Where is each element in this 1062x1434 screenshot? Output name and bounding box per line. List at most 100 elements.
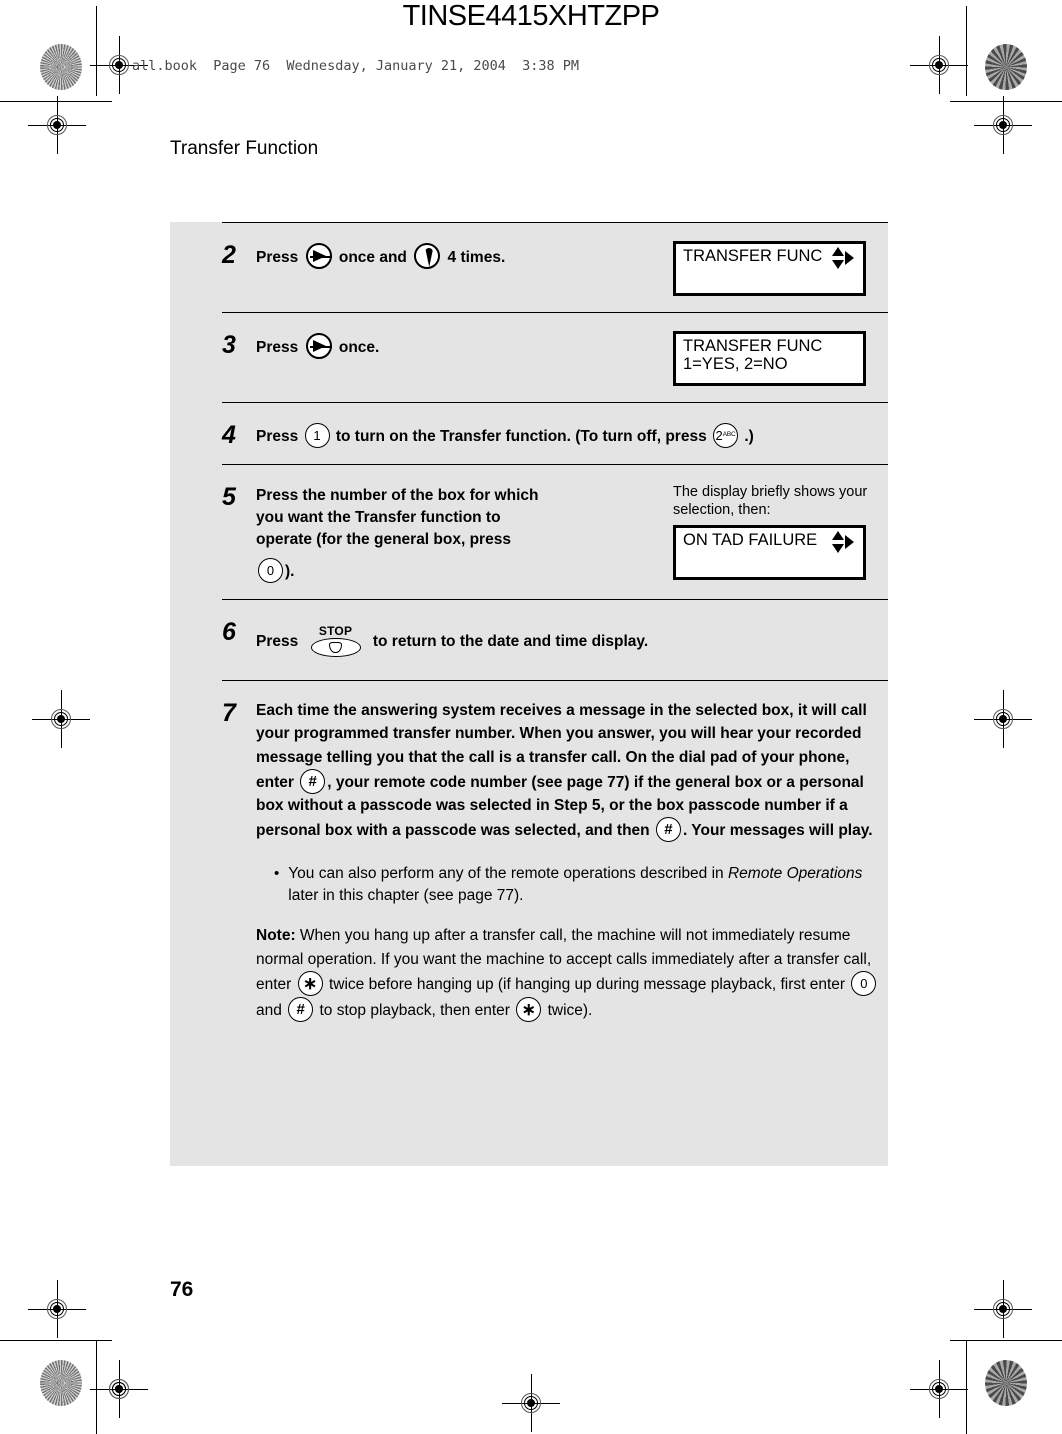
step-number: 6	[222, 618, 236, 646]
step-number: 5	[222, 483, 236, 511]
registration-mark-top-right-inner	[910, 36, 968, 94]
note-block: Note: When you hang up after a transfer …	[256, 924, 888, 1023]
note-text-3: and	[256, 1002, 282, 1020]
color-registration-wheel-top-left	[40, 44, 82, 90]
stop-key-icon[interactable]: STOP	[307, 624, 365, 658]
step-3-instruction: Press once.	[256, 331, 663, 359]
step-7: 7 Each time the answering system receive…	[222, 680, 888, 1049]
note-text-4: to stop playback, then enter	[319, 1002, 510, 1020]
registration-mark-bottom-left-outer	[28, 1280, 86, 1338]
down-teardrop-key-icon[interactable]	[414, 243, 441, 269]
hash-key-label: #	[308, 772, 317, 790]
bullet-italic-title: Remote Operations	[727, 864, 863, 882]
registration-mark-bottom-right-inner	[910, 1360, 968, 1418]
right-arrow-key-icon[interactable]	[305, 333, 332, 359]
bullet-text-part-2: later in this chapter (see page 77).	[288, 887, 524, 905]
source-file-header: all.book Page 76 Wednesday, January 21, …	[132, 58, 580, 74]
hash-key-icon[interactable]: #	[300, 768, 326, 794]
key-0-label: 0	[266, 563, 275, 578]
hash-key-label: #	[664, 821, 673, 839]
step-3-text-before: Press	[256, 339, 299, 356]
step-4-text-after: .)	[744, 428, 754, 445]
lcd-line-1: TRANSFER FUNC	[683, 247, 823, 265]
registration-mark-middle-right	[974, 690, 1032, 748]
color-registration-wheel-bottom-left	[40, 1360, 82, 1406]
key-2-label: 2	[715, 428, 723, 443]
steps-list: 2 Press once and 4 times. TRANSFER FUNC …	[222, 222, 888, 1049]
remote-operations-bullet: • You can also perform any of the remote…	[256, 863, 888, 909]
star-key-icon[interactable]: ∗	[297, 971, 323, 997]
registration-mark-bottom-right-outer	[974, 1280, 1032, 1338]
step-2-text-after: 4 times.	[447, 249, 506, 266]
registration-mark-top-left-outer	[28, 96, 86, 154]
lcd-updown-right-arrows-icon	[832, 531, 856, 554]
hash-key-icon[interactable]: #	[655, 817, 681, 843]
procedure-panel: 2 Press once and 4 times. TRANSFER FUNC …	[170, 222, 888, 1166]
bullet-text: You can also perform any of the remote o…	[288, 863, 888, 909]
step-2-instruction: Press once and 4 times.	[256, 241, 663, 269]
step-5-line-2: you want the Transfer function to	[256, 509, 501, 526]
hash-key-label: #	[296, 1001, 305, 1019]
note-text-2: twice before hanging up (if hanging up d…	[328, 976, 846, 994]
tinse-code-title: TINSE4415XHTZPP	[402, 0, 660, 32]
step-number: 7	[222, 699, 236, 727]
step-7-para-3: . Your messages will play.	[682, 822, 873, 840]
right-arrow-key-icon[interactable]	[305, 243, 332, 269]
registration-mark-bottom-left-lower	[90, 1360, 148, 1418]
step-number: 2	[222, 241, 236, 269]
key-1-label: 1	[313, 428, 321, 443]
lcd-line-2: 1=YES, 2=NO	[683, 355, 788, 374]
page-number: 76	[170, 1278, 194, 1301]
crop-line-vertical-bottom-right	[966, 1340, 967, 1434]
star-key-icon[interactable]: ∗	[516, 997, 542, 1023]
step-2: 2 Press once and 4 times. TRANSFER FUNC	[222, 222, 888, 312]
key-1-icon[interactable]: 1	[304, 423, 330, 448]
key-2-superscript: ABC	[722, 431, 736, 439]
step-4: 4 Press 1 to turn on the Transfer functi…	[222, 402, 888, 464]
trim-line-top-right	[950, 101, 1062, 102]
hash-key-icon[interactable]: #	[288, 997, 314, 1023]
step-4-text-middle: to turn on the Transfer function. (To tu…	[335, 428, 707, 445]
step-6-instruction: Press STOP to return to the date and tim…	[256, 622, 888, 658]
bullet-marker-icon: •	[274, 864, 280, 882]
bullet-text-part-1: You can also perform any of the remote o…	[288, 864, 728, 882]
crop-line-vertical-bottom-left	[96, 1340, 97, 1434]
step-5-text-after: ).	[285, 563, 295, 580]
step-5-line-3: operate (for the general box, press	[256, 531, 511, 548]
key-0-icon[interactable]: 0	[258, 558, 283, 583]
lcd-line-1: ON TAD FAILURE	[683, 531, 818, 550]
key-2-abc-icon[interactable]: 2 ABC	[713, 423, 739, 448]
step-6: 6 Press STOP to return to the date and t…	[222, 599, 888, 680]
step-2-text-before: Press	[256, 249, 299, 266]
step-3: 3 Press once. TRANSFER FUNC 1=YES, 2=NO	[222, 312, 888, 402]
step-3-text-after: once.	[338, 339, 380, 356]
trim-line-bottom-left	[0, 1340, 112, 1341]
step-number: 4	[222, 421, 236, 449]
step-4-instruction: Press 1 to turn on the Transfer function…	[256, 421, 888, 448]
registration-mark-top-right-outer	[974, 96, 1032, 154]
step-5-instruction: Press the number of the box for which yo…	[256, 483, 663, 583]
star-key-label: ∗	[303, 974, 318, 994]
lcd-updown-right-arrows-icon	[832, 247, 856, 269]
star-key-label: ∗	[521, 1000, 536, 1020]
step-2-text-middle: once and	[338, 249, 407, 266]
lcd-display-step-5: ON TAD FAILURE	[673, 525, 866, 581]
step-number: 3	[222, 331, 236, 359]
lcd-display-step-2: TRANSFER FUNC	[673, 241, 866, 296]
step-6-text-after: to return to the date and time display.	[372, 633, 649, 650]
step-5: 5 Press the number of the box for which …	[222, 464, 888, 599]
color-registration-wheel-bottom-right	[985, 1360, 1027, 1406]
registration-mark-bottom-center	[502, 1374, 560, 1432]
registration-mark-middle-left	[32, 690, 90, 748]
running-head-title: Transfer Function	[170, 138, 319, 159]
step-4-text-before: Press	[256, 428, 299, 445]
color-registration-wheel-top-right	[985, 44, 1027, 90]
lcd-line-1: TRANSFER FUNC	[683, 337, 823, 355]
lcd-display-step-3: TRANSFER FUNC 1=YES, 2=NO	[673, 331, 866, 386]
key-0-icon[interactable]: 0	[851, 971, 877, 997]
step-5-line-1: Press the number of the box for which	[256, 487, 539, 504]
note-text-5: twice).	[547, 1002, 593, 1020]
step-7-paragraph: Each time the answering system receives …	[256, 699, 888, 843]
display-hint-text: The display briefly shows your selection…	[673, 484, 868, 519]
trim-line-bottom-right	[950, 1340, 1062, 1341]
